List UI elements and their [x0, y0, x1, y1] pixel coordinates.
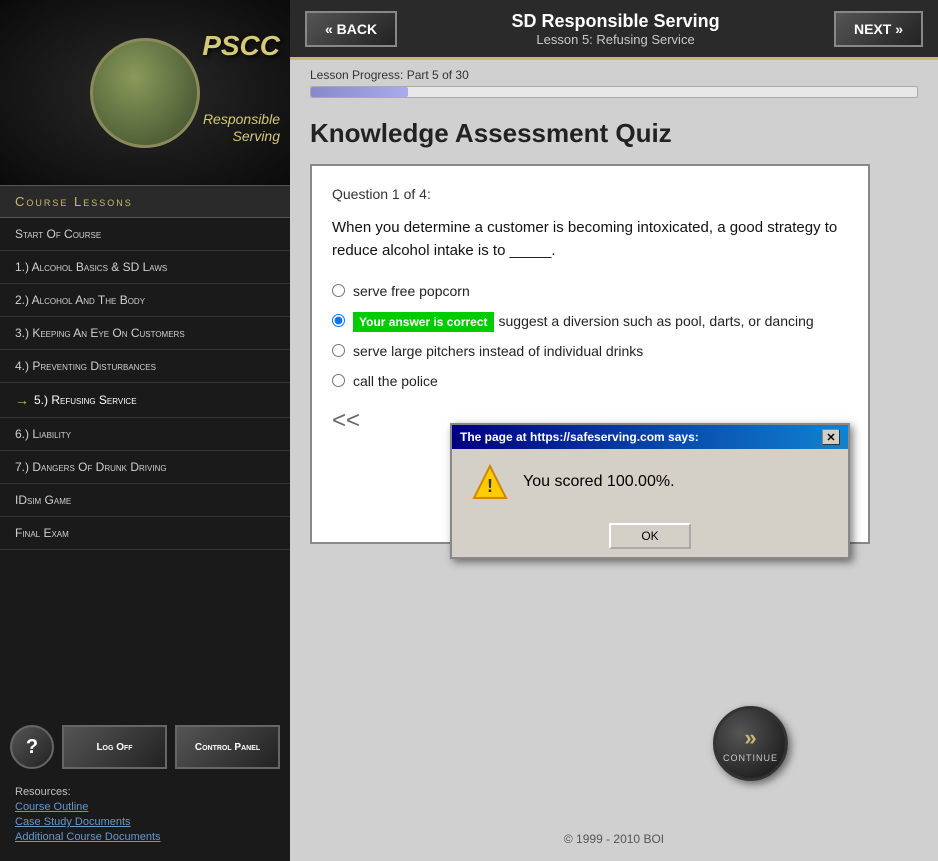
content-area: Knowledge Assessment Quiz Question 1 of … — [290, 103, 938, 861]
progress-bar-background — [310, 86, 918, 98]
logo-pscc-text: PSCC — [202, 30, 280, 62]
answer-option-a[interactable]: serve free popcorn — [332, 282, 848, 302]
progress-area: Lesson Progress: Part 5 of 30 — [290, 60, 938, 103]
dialog-footer: OK — [452, 515, 848, 557]
next-button[interactable]: NEXT » — [834, 11, 923, 47]
dialog-title: The page at https://safeserving.com says… — [460, 430, 699, 444]
question-text: When you determine a customer is becomin… — [332, 217, 848, 262]
sidebar-label-lesson7: 7.) Dangers Of Drunk Driving — [15, 460, 167, 474]
answer-text-a: serve free popcorn — [353, 282, 470, 302]
sidebar-item-lesson5[interactable]: → 5.) Refusing Service — [0, 383, 290, 418]
radio-d[interactable] — [332, 374, 345, 387]
dialog-close-button[interactable]: ✕ — [822, 429, 840, 445]
top-nav: « BACK SD Responsible Serving Lesson 5: … — [290, 0, 938, 60]
sidebar-item-lesson4[interactable]: 4.) Preventing Disturbances — [0, 350, 290, 383]
nav-title-area: SD Responsible Serving Lesson 5: Refusin… — [397, 11, 834, 47]
radio-c[interactable] — [332, 344, 345, 357]
logo-subtitle-text: ResponsibleServing — [203, 111, 280, 145]
course-title: SD Responsible Serving — [417, 11, 814, 32]
dialog-message: You scored 100.00%. — [523, 473, 675, 491]
sidebar-label-lesson3: 3.) Keeping An Eye On Customers — [15, 326, 185, 340]
dialog-box: The page at https://safeserving.com says… — [450, 423, 850, 559]
case-study-link[interactable]: Case Study Documents — [15, 816, 275, 828]
copyright: © 1999 - 2010 BOI — [290, 832, 938, 846]
control-panel-button[interactable]: Control Panel — [175, 725, 280, 769]
answer-option-d[interactable]: call the police — [332, 372, 848, 392]
question-number: Question 1 of 4: — [332, 186, 848, 202]
answer-option-c[interactable]: serve large pitchers instead of individu… — [332, 342, 848, 362]
logo-area: PSCC ResponsibleServing — [0, 0, 290, 185]
dialog-ok-button[interactable]: OK — [609, 523, 690, 549]
answer-text-d: call the police — [353, 372, 438, 392]
correct-badge: Your answer is correct — [353, 312, 494, 333]
sidebar-bottom: ? Log Off Control Panel Resources: Cours… — [0, 715, 290, 861]
continue-arrows-icon: » — [744, 725, 756, 751]
course-outline-link[interactable]: Course Outline — [15, 801, 275, 813]
dialog-title-bar: The page at https://safeserving.com says… — [452, 425, 848, 449]
sidebar-label-lesson5: 5.) Refusing Service — [34, 393, 137, 407]
answer-text-c: serve large pitchers instead of individu… — [353, 342, 643, 362]
sidebar-item-lesson3[interactable]: 3.) Keeping An Eye On Customers — [0, 317, 290, 350]
sidebar-item-final[interactable]: Final Exam — [0, 517, 290, 550]
sidebar-item-start[interactable]: Start Of Course — [0, 218, 290, 251]
sidebar-label-final: Final Exam — [15, 526, 69, 540]
sidebar-item-lesson6[interactable]: 6.) Liability — [0, 418, 290, 451]
dialog-body: ! You scored 100.00%. — [452, 449, 848, 515]
sidebar-label-idsim: IDsim Game — [15, 493, 71, 507]
sidebar-item-idsim[interactable]: IDsim Game — [0, 484, 290, 517]
radio-b[interactable] — [332, 314, 345, 327]
sidebar-item-lesson2[interactable]: 2.) Alcohol And The Body — [0, 284, 290, 317]
sidebar-label-start: Start Of Course — [15, 227, 101, 241]
sidebar: PSCC ResponsibleServing Course Lessons S… — [0, 0, 290, 861]
warning-icon: ! — [472, 464, 508, 500]
sidebar-label-lesson1: 1.) Alcohol Basics & SD Laws — [15, 260, 167, 274]
help-button[interactable]: ? — [10, 725, 54, 769]
sidebar-label-lesson2: 2.) Alcohol And The Body — [15, 293, 145, 307]
logo-circle — [90, 38, 200, 148]
main-content: « BACK SD Responsible Serving Lesson 5: … — [290, 0, 938, 861]
sidebar-label-lesson6: 6.) Liability — [15, 427, 71, 441]
sidebar-item-lesson1[interactable]: 1.) Alcohol Basics & SD Laws — [0, 251, 290, 284]
continue-button-area: » CONTINUE — [713, 706, 788, 781]
logoff-button[interactable]: Log Off — [62, 725, 167, 769]
bottom-buttons-area: ? Log Off Control Panel — [10, 725, 280, 769]
resources-label: Resources: — [15, 786, 275, 798]
progress-label: Lesson Progress: Part 5 of 30 — [310, 68, 918, 82]
page-title: Knowledge Assessment Quiz — [310, 118, 918, 149]
answer-text-b: suggest a diversion such as pool, darts,… — [499, 312, 814, 332]
active-arrow-icon: → — [15, 392, 29, 408]
svg-text:!: ! — [487, 476, 493, 496]
sidebar-item-lesson7[interactable]: 7.) Dangers Of Drunk Driving — [0, 451, 290, 484]
radio-a[interactable] — [332, 284, 345, 297]
course-lessons-label: Course Lessons — [15, 194, 133, 209]
continue-label: CONTINUE — [723, 753, 778, 763]
lesson-subtitle: Lesson 5: Refusing Service — [417, 32, 814, 47]
continue-button[interactable]: » CONTINUE — [713, 706, 788, 781]
resources-section: Resources: Course Outline Case Study Doc… — [10, 781, 280, 851]
course-lessons-header: Course Lessons — [0, 185, 290, 218]
dialog-overlay: The page at https://safeserving.com says… — [450, 423, 850, 559]
back-button[interactable]: « BACK — [305, 11, 397, 47]
additional-docs-link[interactable]: Additional Course Documents — [15, 831, 275, 843]
sidebar-label-lesson4: 4.) Preventing Disturbances — [15, 359, 156, 373]
answer-option-b[interactable]: Your answer is correct suggest a diversi… — [332, 312, 848, 333]
progress-bar-fill — [311, 87, 408, 97]
